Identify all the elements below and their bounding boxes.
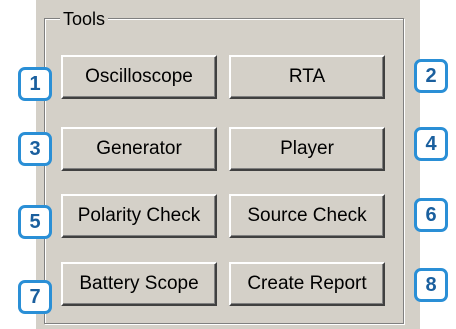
polarity-check-button[interactable]: Polarity Check [61,194,217,238]
source-check-button[interactable]: Source Check [229,194,385,238]
tools-group-title: Tools [60,8,109,30]
generator-button[interactable]: Generator [61,127,217,171]
create-report-button[interactable]: Create Report [229,262,385,306]
callout-badge-2: 2 [414,59,448,93]
battery-scope-button[interactable]: Battery Scope [61,262,217,306]
callout-badge-7: 7 [18,280,52,314]
callout-badge-4: 4 [414,127,448,161]
oscilloscope-button[interactable]: Oscilloscope [61,55,217,99]
rta-button[interactable]: RTA [229,55,385,99]
callout-badge-3: 3 [18,132,52,166]
callout-badge-8: 8 [414,268,448,302]
callout-badge-6: 6 [414,198,448,232]
player-button[interactable]: Player [229,127,385,171]
callout-badge-1: 1 [18,67,52,101]
callout-badge-5: 5 [18,205,52,239]
